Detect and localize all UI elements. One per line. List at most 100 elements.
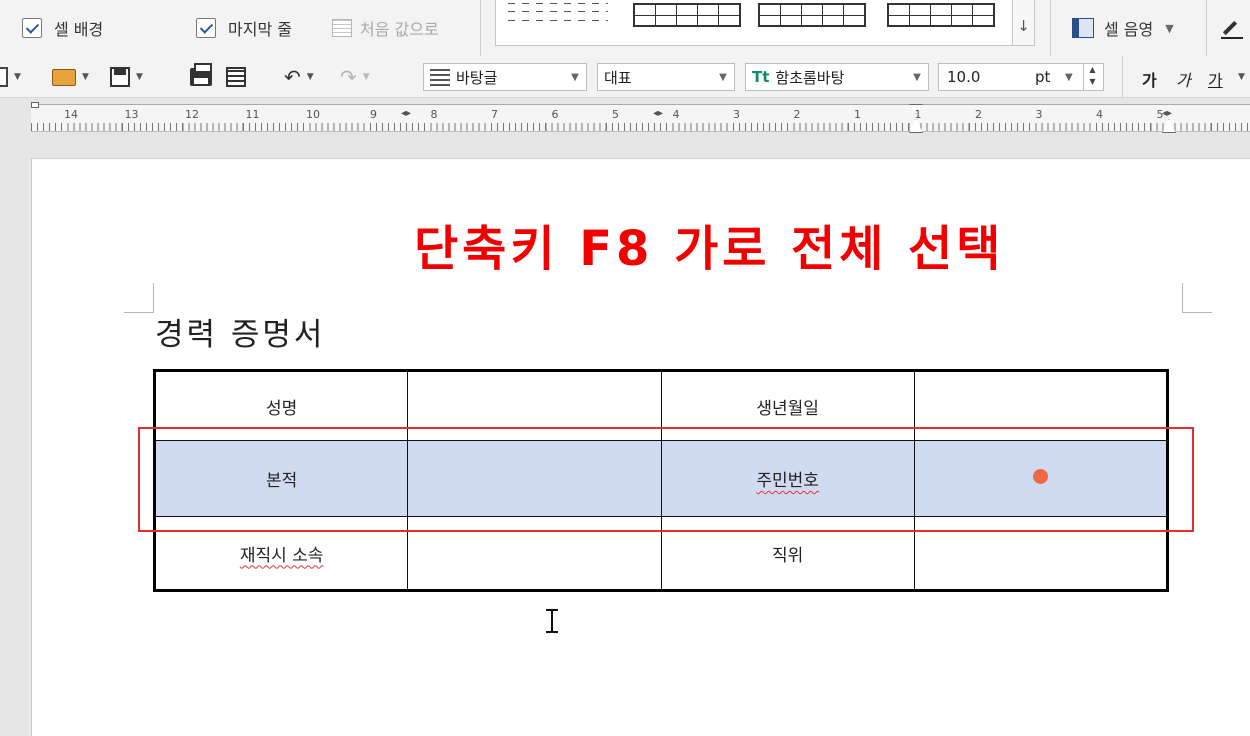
ruler-number: 10: [306, 108, 320, 121]
ruler-number: 5: [1156, 108, 1164, 121]
ruler-number: 13: [124, 108, 139, 121]
chevron-down-icon: ▼: [1165, 21, 1174, 35]
document-page[interactable]: 단축키 F8 가로 전체 선택 경력 증명서 성명 생년월일 본적 주민번호 재…: [31, 158, 1250, 736]
ruler-number: 11: [245, 108, 260, 121]
underline-button[interactable]: 가: [1208, 67, 1223, 91]
cell-shade-label: 셀 음영: [1104, 20, 1154, 39]
cell-background-checkbox[interactable]: 셀 배경: [22, 15, 103, 41]
chevron-down-icon: ▼: [719, 71, 727, 83]
cell-background-label: 셀 배경: [54, 20, 104, 39]
ruler-ticks: [31, 123, 1250, 131]
shortcut-annotation: 단축키 F8 가로 전체 선택: [414, 221, 1005, 277]
ruler-number: 14: [64, 108, 78, 121]
table-style-grid-2[interactable]: [758, 3, 866, 27]
selection-highlight-frame: [138, 427, 1194, 532]
new-document-icon: [0, 67, 8, 87]
ruler-number: 1: [914, 108, 922, 121]
cell-shade-button[interactable]: 셀 음영 ▼: [1072, 15, 1174, 41]
font-select[interactable]: Tt 함초롬바탕 ▼: [745, 63, 929, 91]
table-style-grid-3[interactable]: [887, 3, 995, 27]
hwp-editor-window: 셀 배경 마지막 줄 처음 값으로 ↓ 셀 음영 ▼ ▼ ▼ ▼ ↶ ▼ ↷ ▼…: [0, 0, 1250, 736]
left-margin-marker[interactable]: [31, 102, 39, 108]
reset-label: 처음 값으로: [360, 20, 439, 39]
last-line-label: 마지막 줄: [228, 20, 292, 39]
gallery-scroll-down-icon[interactable]: ↓: [1012, 0, 1034, 45]
table-style-dashed[interactable]: [508, 3, 608, 27]
save-icon: [110, 67, 130, 87]
page-corner-mark: [1182, 283, 1212, 313]
column-marker-icon[interactable]: ◂▸: [1162, 108, 1172, 119]
checkbox-checked-icon: [196, 18, 216, 38]
bold-button[interactable]: 가: [1142, 67, 1157, 91]
ruler-number: 4: [1096, 108, 1103, 121]
paragraph-style-select[interactable]: 바탕글 ▼: [423, 63, 587, 91]
ruler-number: 8: [430, 108, 438, 121]
table-reset-icon: [332, 19, 352, 37]
chevron-down-icon[interactable]: ▼: [1065, 72, 1083, 83]
redo-icon: ↷: [340, 65, 357, 89]
undo-button[interactable]: ↶ ▼: [284, 64, 314, 90]
ruler-number: 3: [1035, 108, 1043, 121]
toolbar-divider: [480, 0, 481, 56]
toolbar-divider: [1050, 0, 1051, 56]
ruler-number: 9: [370, 108, 377, 121]
table-design-toolbar: 셀 배경 마지막 줄 처음 값으로 ↓ 셀 음영 ▼: [0, 0, 1250, 56]
chevron-down-icon: ▼: [82, 72, 89, 82]
folder-open-icon: [52, 68, 76, 86]
print-button[interactable]: [190, 63, 212, 90]
chevron-down-icon: ▼: [913, 71, 921, 83]
font-size-unit: pt: [1035, 68, 1051, 86]
ruler-number: 7: [491, 108, 498, 121]
language-select[interactable]: 대표 ▼: [597, 63, 735, 91]
chevron-down-icon: ▼: [136, 72, 143, 82]
chevron-down-icon: ▼: [306, 72, 314, 82]
ruler-number: 6: [551, 108, 559, 121]
ruler-number: 2: [793, 108, 801, 121]
ruler-number: 1: [854, 108, 861, 121]
table-style-grid-1[interactable]: [633, 3, 741, 27]
ruler-number: 5: [612, 108, 619, 121]
font-size-value: 10.0: [947, 68, 981, 86]
table-style-gallery: ↓: [495, 0, 1035, 46]
page-corner-mark: [124, 283, 154, 313]
reset-to-default-button[interactable]: 처음 값으로: [332, 15, 439, 41]
ruler-number: 12: [185, 108, 199, 121]
chevron-down-icon[interactable]: ▼: [1238, 72, 1245, 82]
chevron-down-icon: ▼: [362, 72, 370, 82]
chevron-down-icon: ▼: [571, 71, 579, 83]
checkbox-checked-icon: [22, 18, 42, 38]
print-preview-icon: [226, 67, 246, 87]
formatting-toolbar: ▼ ▼ ▼ ↶ ▼ ↷ ▼ 바탕글 ▼ 대표 ▼ Tt 함초롬바탕 ▼ 10.0…: [0, 56, 1250, 98]
italic-button[interactable]: 가: [1176, 67, 1191, 91]
chevron-down-icon: ▼: [14, 72, 21, 82]
horizontal-ruler[interactable]: ◂▸ ◂▸ ◂▸ 14 13 12 11 10 9 8 7 6 5 4 3 2 1 1 2 3 4 5: [31, 102, 1250, 133]
document-title[interactable]: 경력 증명서: [155, 309, 325, 354]
ruler-area: ◂▸ ◂▸ ◂▸ 14 13 12 11 10 9 8 7 6 5 4 3 2 1 1 2 3 4 5: [0, 98, 1250, 158]
paragraph-style-icon: [430, 68, 450, 86]
cell-shade-icon: [1072, 18, 1094, 38]
save-button[interactable]: ▼: [110, 64, 143, 90]
ruler-number: 4: [672, 108, 680, 121]
last-line-checkbox[interactable]: 마지막 줄: [196, 15, 292, 41]
print-preview-button[interactable]: [226, 64, 246, 90]
open-button[interactable]: ▼: [52, 64, 89, 90]
paragraph-style-value: 바탕글: [456, 68, 498, 87]
toolbar-divider: [1122, 56, 1123, 98]
text-cursor-icon: [545, 609, 559, 633]
language-value: 대표: [604, 68, 632, 87]
font-size-spinner[interactable]: ▲ ▼: [1083, 64, 1101, 90]
print-icon: [190, 63, 212, 86]
redo-button[interactable]: ↷ ▼: [340, 64, 370, 90]
ruler-number: 3: [733, 108, 740, 121]
font-value: 함초롬바탕: [775, 68, 845, 87]
ruler-number: 2: [975, 108, 982, 121]
cell-text: 재직시 소속: [239, 545, 324, 566]
column-marker-icon[interactable]: ◂▸: [653, 108, 663, 119]
truetype-font-icon: Tt: [752, 68, 770, 86]
column-marker-icon[interactable]: ◂▸: [401, 108, 411, 119]
border-pen-icon[interactable]: [1218, 18, 1244, 40]
toolbar-divider: [1206, 0, 1207, 56]
new-document-button[interactable]: ▼: [0, 64, 21, 90]
font-size-field[interactable]: 10.0 pt ▼ ▲ ▼: [938, 63, 1104, 91]
undo-icon: ↶: [284, 65, 301, 89]
